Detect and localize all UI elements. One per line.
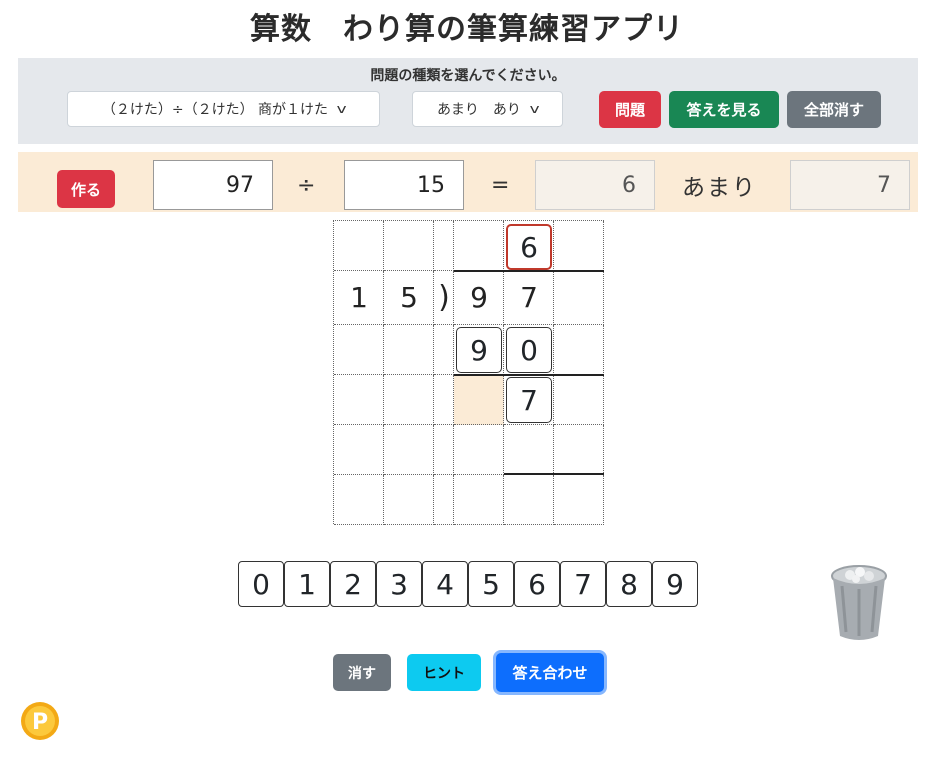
grid-cell[interactable] <box>554 221 604 271</box>
grid-cell[interactable] <box>504 475 554 525</box>
check-answer-button[interactable]: 答え合わせ <box>496 653 604 692</box>
grid-cell[interactable] <box>504 425 554 475</box>
grid-cell[interactable] <box>454 475 504 525</box>
digit-key-1[interactable]: 1 <box>284 561 330 607</box>
digit-key-9[interactable]: 9 <box>652 561 698 607</box>
problem-type-label: 問題の種類を選んでください。 <box>370 68 566 84</box>
digit-key-7[interactable]: 7 <box>560 561 606 607</box>
digit-key-5[interactable]: 5 <box>468 561 514 607</box>
grid-cell[interactable] <box>554 375 604 425</box>
remainder-option-value: あまり あり <box>436 102 521 118</box>
grid-cell[interactable] <box>384 475 434 525</box>
grid-cell <box>434 221 454 271</box>
division-bracket: ) <box>438 280 450 315</box>
grid-cell[interactable] <box>454 425 504 475</box>
divisor-digit: 5 <box>400 281 418 314</box>
subtraction-line <box>504 473 604 475</box>
highlighted-grid-cell[interactable] <box>454 375 504 425</box>
remainder-digit-tile[interactable]: 7 <box>506 377 552 423</box>
digit-key-2[interactable]: 2 <box>330 561 376 607</box>
subtraction-line <box>454 374 604 376</box>
grid-cell[interactable] <box>384 425 434 475</box>
grid-cell[interactable] <box>454 221 504 271</box>
quotient-digit-tile[interactable]: 6 <box>506 224 552 270</box>
grid-cell[interactable] <box>554 475 604 525</box>
product-digit-tile[interactable]: 9 <box>456 327 502 373</box>
problem-type-select[interactable]: （２けた）÷（２けた） 商が１けた v <box>67 91 380 127</box>
divisor-digit: 1 <box>350 281 368 314</box>
grid-cell[interactable] <box>334 425 384 475</box>
grid-cell <box>434 425 454 475</box>
problem-type-value: （２けた）÷（２けた） 商が１けた <box>101 102 329 118</box>
equation-row: 作る 97 ÷ 15 = 6 あまり 7 <box>18 152 918 212</box>
grid-cell[interactable] <box>554 425 604 475</box>
equals-symbol: = <box>491 172 510 198</box>
dividend-input[interactable]: 97 <box>153 160 273 210</box>
grid-cell[interactable] <box>334 375 384 425</box>
erase-button[interactable]: 消す <box>333 654 391 691</box>
dividend-digit: 7 <box>520 281 538 314</box>
grid-cell[interactable] <box>334 221 384 271</box>
digit-key-0[interactable]: 0 <box>238 561 284 607</box>
svg-text:P: P <box>32 710 48 735</box>
dividend-digit: 9 <box>470 281 488 314</box>
chevron-down-icon: v <box>529 102 540 116</box>
grid-cell[interactable] <box>384 325 434 375</box>
digit-key-8[interactable]: 8 <box>606 561 652 607</box>
make-button[interactable]: 作る <box>57 170 115 208</box>
problem-type-panel: 問題の種類を選んでください。 （２けた）÷（２けた） 商が１けた v あまり あ… <box>18 58 918 144</box>
grid-cell[interactable] <box>384 221 434 271</box>
grid-cell[interactable] <box>554 325 604 375</box>
grid-cell[interactable] <box>334 475 384 525</box>
product-digit-tile[interactable]: 0 <box>506 327 552 373</box>
divisor-input[interactable]: 15 <box>344 160 464 210</box>
grid-cell[interactable] <box>334 325 384 375</box>
remainder-option-select[interactable]: あまり あり v <box>412 91 563 127</box>
grid-cell <box>434 325 454 375</box>
grid-cell <box>434 475 454 525</box>
problem-button[interactable]: 問題 <box>599 91 661 128</box>
trash-can-icon[interactable] <box>828 562 890 644</box>
divide-symbol: ÷ <box>297 172 316 198</box>
grid-cell <box>434 375 454 425</box>
grid-cell[interactable] <box>384 375 434 425</box>
remainder-label: あまり <box>682 175 757 201</box>
remainder-field: 7 <box>790 160 910 210</box>
page-title: 算数 わり算の筆算練習アプリ <box>250 12 684 47</box>
hint-button[interactable]: ヒント <box>407 654 481 691</box>
digit-key-3[interactable]: 3 <box>376 561 422 607</box>
division-workspace-grid: 6 1 5 ) 9 7 9 0 7 <box>333 220 604 525</box>
digit-key-6[interactable]: 6 <box>514 561 560 607</box>
clear-all-button[interactable]: 全部消す <box>787 91 881 128</box>
digit-key-4[interactable]: 4 <box>422 561 468 607</box>
quotient-field: 6 <box>535 160 655 210</box>
point-coin-icon[interactable]: P <box>20 701 60 741</box>
chevron-down-icon: v <box>336 102 347 116</box>
grid-cell[interactable] <box>554 271 604 325</box>
division-bar-line <box>454 270 604 272</box>
show-answer-button[interactable]: 答えを見る <box>669 91 779 128</box>
